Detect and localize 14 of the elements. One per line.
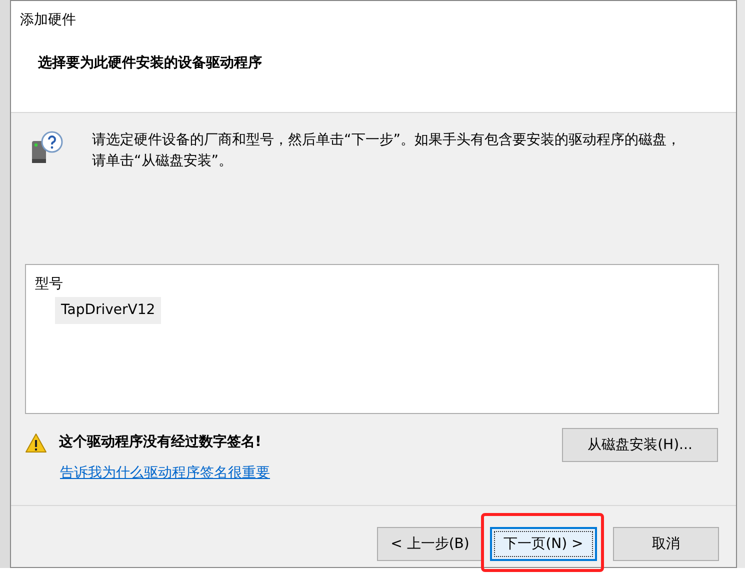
- column-header: 型号: [35, 275, 63, 294]
- warning-icon: [25, 432, 47, 452]
- instruction-text: 请单击“从磁盘安装”。: [92, 152, 234, 171]
- instruction-text: 请选定硬件设备的厂商和型号，然后单击“下一步”。如果手头有包含要安装的驱动程序的磁盘，: [92, 131, 681, 150]
- model-list[interactable]: 型号 TapDriverV12: [25, 264, 719, 414]
- page-heading: 选择要为此硬件安装的设备驱动程序: [38, 55, 262, 71]
- warning-text: 这个驱动程序没有经过数字签名!: [59, 432, 262, 452]
- cancel-button[interactable]: 取消: [613, 527, 719, 561]
- install-from-disk-button[interactable]: 从磁盘安装(H)...: [562, 428, 718, 462]
- list-item[interactable]: TapDriverV12: [55, 297, 162, 324]
- next-button[interactable]: 下一页(N) >: [490, 527, 597, 561]
- back-button[interactable]: < 上一步(B): [377, 527, 483, 561]
- window-title: 添加硬件: [20, 10, 76, 30]
- help-link[interactable]: 告诉我为什么驱动程序签名很重要: [60, 463, 270, 484]
